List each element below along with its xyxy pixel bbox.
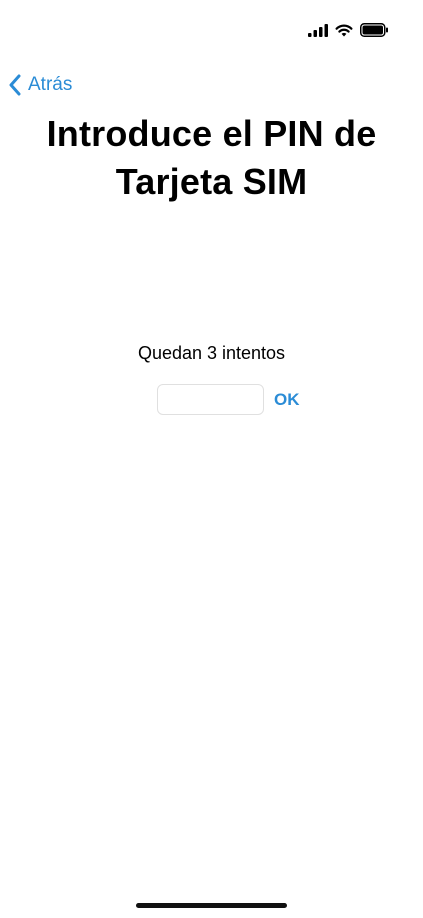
page-title-line-1: Introduce el PIN de — [46, 113, 377, 154]
status-bar — [308, 18, 389, 42]
wifi-icon — [335, 24, 353, 37]
battery-icon — [360, 23, 389, 37]
back-button[interactable]: Atrás — [8, 74, 72, 96]
attempts-remaining-label: Quedan 3 intentos — [137, 343, 286, 363]
page-title: Introduce el PIN de Tarjeta SIM — [0, 110, 423, 206]
back-label: Atrás — [28, 74, 73, 95]
page-title-line-2: Tarjeta SIM — [115, 161, 308, 202]
chevron-left-icon — [8, 74, 22, 96]
signal-icon — [308, 23, 328, 37]
ok-button[interactable]: OK — [274, 389, 300, 411]
home-indicator[interactable] — [136, 903, 287, 908]
pin-input[interactable] — [157, 384, 264, 415]
